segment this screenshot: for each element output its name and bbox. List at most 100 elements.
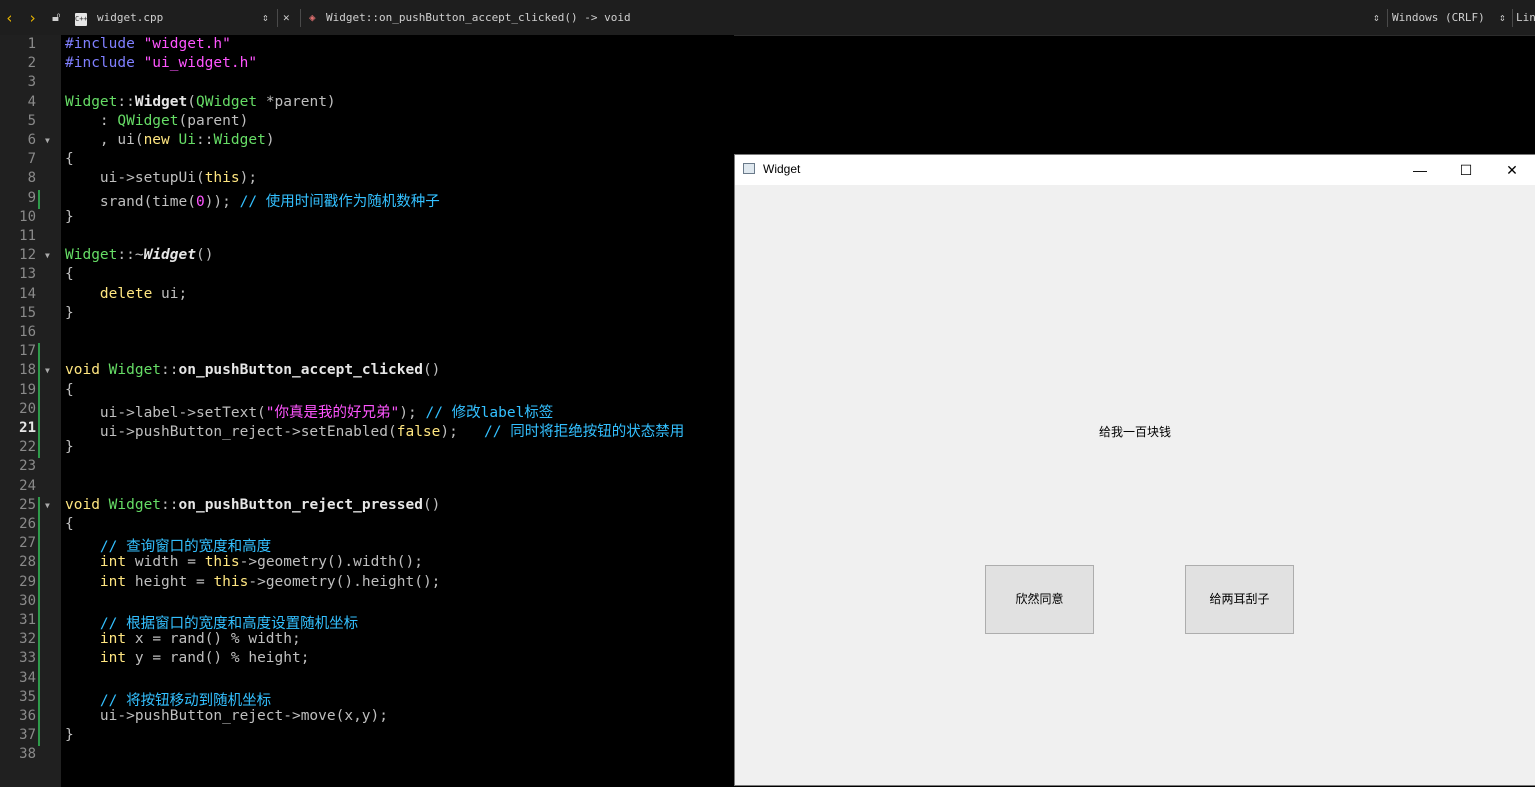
line-number: 29 (19, 573, 36, 590)
code-line[interactable]: // 将按钮移动到随机坐标 (65, 689, 271, 710)
function-icon: ◈ (309, 11, 316, 24)
line-number: 5 (27, 112, 36, 129)
code-line[interactable]: { (65, 151, 74, 167)
minimize-icon[interactable]: — (1397, 155, 1443, 185)
code-line[interactable]: int height = this->geometry().height(); (65, 574, 441, 590)
forward-icon[interactable]: › (28, 6, 37, 30)
code-line[interactable]: { (65, 266, 74, 282)
editor-toolbar: ‹ › 🔓︎ C++ widget.cpp ⇕ ✕ ◈ Widget::on_p… (0, 0, 1535, 36)
code-line[interactable]: void Widget::on_pushButton_accept_clicke… (65, 362, 440, 378)
line-number: 30 (19, 592, 36, 609)
line-number: 26 (19, 516, 36, 532)
code-line[interactable]: #include "ui_widget.h" (65, 55, 257, 71)
code-line[interactable]: { (65, 516, 74, 532)
code-line[interactable]: : QWidget(parent) (65, 113, 248, 129)
change-marker (38, 612, 40, 632)
code-line[interactable]: Widget::Widget(QWidget *parent) (65, 94, 336, 110)
code-line[interactable]: void Widget::on_pushButton_reject_presse… (65, 497, 440, 513)
line-number: 4 (27, 93, 36, 110)
code-line[interactable]: int width = this->geometry().width(); (65, 554, 423, 570)
change-marker (38, 381, 40, 401)
back-icon[interactable]: ‹ (5, 6, 14, 30)
code-line[interactable]: ui->label->setText("你真是我的好兄弟"); // 修改lab… (65, 401, 553, 422)
line-number: 13 (19, 266, 36, 283)
code-line[interactable]: Widget::~Widget() (65, 247, 213, 263)
line-number: 10 (19, 208, 36, 225)
line-number: 15 (19, 304, 36, 321)
window-title: Widget (763, 162, 801, 176)
change-marker (38, 554, 40, 574)
change-marker (38, 439, 40, 459)
change-marker (38, 496, 40, 516)
line-number: 3 (27, 74, 36, 91)
line-column-indicator[interactable]: Lin (1516, 6, 1535, 30)
change-marker (38, 631, 40, 651)
change-marker (38, 420, 40, 440)
change-marker (38, 189, 40, 209)
code-line[interactable]: } (65, 209, 74, 225)
code-line[interactable]: ui->pushButton_reject->move(x,y); (65, 708, 388, 724)
change-marker (38, 343, 40, 363)
reject-button[interactable]: 给两耳刮子 (1185, 565, 1294, 634)
message-label: 给我一百块钱 (1098, 425, 1171, 439)
accept-button[interactable]: 欣然同意 (985, 565, 1094, 634)
app-window-icon (743, 163, 755, 174)
line-number: 1 (27, 36, 36, 52)
code-line[interactable]: } (65, 439, 74, 455)
line-number: 8 (27, 170, 36, 187)
function-dropdown-arrow-icon[interactable]: ⇕ (1373, 6, 1380, 30)
window-titlebar[interactable]: Widget — ☐ ✕ (735, 155, 1535, 185)
code-line[interactable]: srand(time(0)); // 使用时间戳作为随机数种子 (65, 190, 440, 211)
code-line[interactable]: int x = rand() % width; (65, 631, 301, 647)
code-line[interactable]: , ui(new Ui::Widget) (65, 132, 275, 148)
code-line[interactable]: int y = rand() % height; (65, 650, 310, 666)
line-number: 7 (27, 151, 36, 168)
line-number: 20 (19, 400, 36, 417)
change-marker (38, 708, 40, 728)
file-dropdown-arrow-icon[interactable]: ⇕ (262, 6, 269, 30)
line-number: 9 (27, 189, 36, 206)
function-selector[interactable]: Widget::on_pushButton_accept_clicked() -… (326, 6, 631, 30)
code-line[interactable]: } (65, 305, 74, 321)
code-line[interactable]: { (65, 382, 74, 398)
code-line[interactable]: ui->setupUi(this); (65, 170, 257, 186)
line-number: 19 (19, 381, 36, 398)
maximize-icon[interactable]: ☐ (1443, 155, 1489, 185)
fold-arrow-icon[interactable]: ▼ (45, 251, 50, 260)
code-line[interactable]: } (65, 727, 74, 743)
change-marker (38, 669, 40, 689)
fold-arrow-icon[interactable]: ▼ (45, 501, 50, 510)
line-number: 18 (19, 362, 36, 379)
fold-arrow-icon[interactable]: ▼ (45, 366, 50, 375)
code-line[interactable]: // 根据窗口的宽度和高度设置随机坐标 (65, 612, 358, 633)
file-name-dropdown[interactable]: widget.cpp (97, 6, 163, 30)
fold-arrow-icon[interactable]: ▼ (45, 136, 50, 145)
line-number: 21 (19, 420, 36, 436)
lock-icon[interactable]: 🔓︎ (52, 6, 60, 30)
line-number: 2 (27, 55, 36, 72)
change-marker (38, 688, 40, 708)
change-marker (38, 573, 40, 593)
line-number: 27 (19, 535, 36, 552)
code-line[interactable]: #include "widget.h" (65, 36, 231, 52)
line-number: 34 (19, 669, 36, 686)
code-editor[interactable]: #include "widget.h" #include "ui_widget.h… (61, 35, 734, 787)
close-file-icon[interactable]: ✕ (283, 6, 290, 30)
file-type-icon: C++ (75, 6, 88, 30)
line-ending-selector[interactable]: Windows (CRLF) (1392, 6, 1485, 30)
line-number: 38 (19, 746, 36, 763)
line-number: 22 (19, 439, 36, 456)
close-icon[interactable]: ✕ (1489, 155, 1535, 185)
code-line[interactable]: ui->pushButton_reject->setEnabled(false)… (65, 420, 684, 441)
line-number: 14 (19, 285, 36, 302)
change-marker (38, 516, 40, 536)
line-number: 35 (19, 688, 36, 705)
code-line[interactable]: delete ui; (65, 286, 187, 302)
change-marker (38, 362, 40, 382)
encoding-dropdown-arrow-icon[interactable]: ⇕ (1499, 6, 1506, 30)
line-number: 23 (19, 458, 36, 475)
line-number: 11 (19, 228, 36, 244)
code-line[interactable]: // 查询窗口的宽度和高度 (65, 535, 271, 556)
widget-app-window: Widget — ☐ ✕ 给我一百块钱 欣然同意 给两耳刮子 (734, 154, 1535, 786)
line-number: 17 (19, 343, 36, 360)
